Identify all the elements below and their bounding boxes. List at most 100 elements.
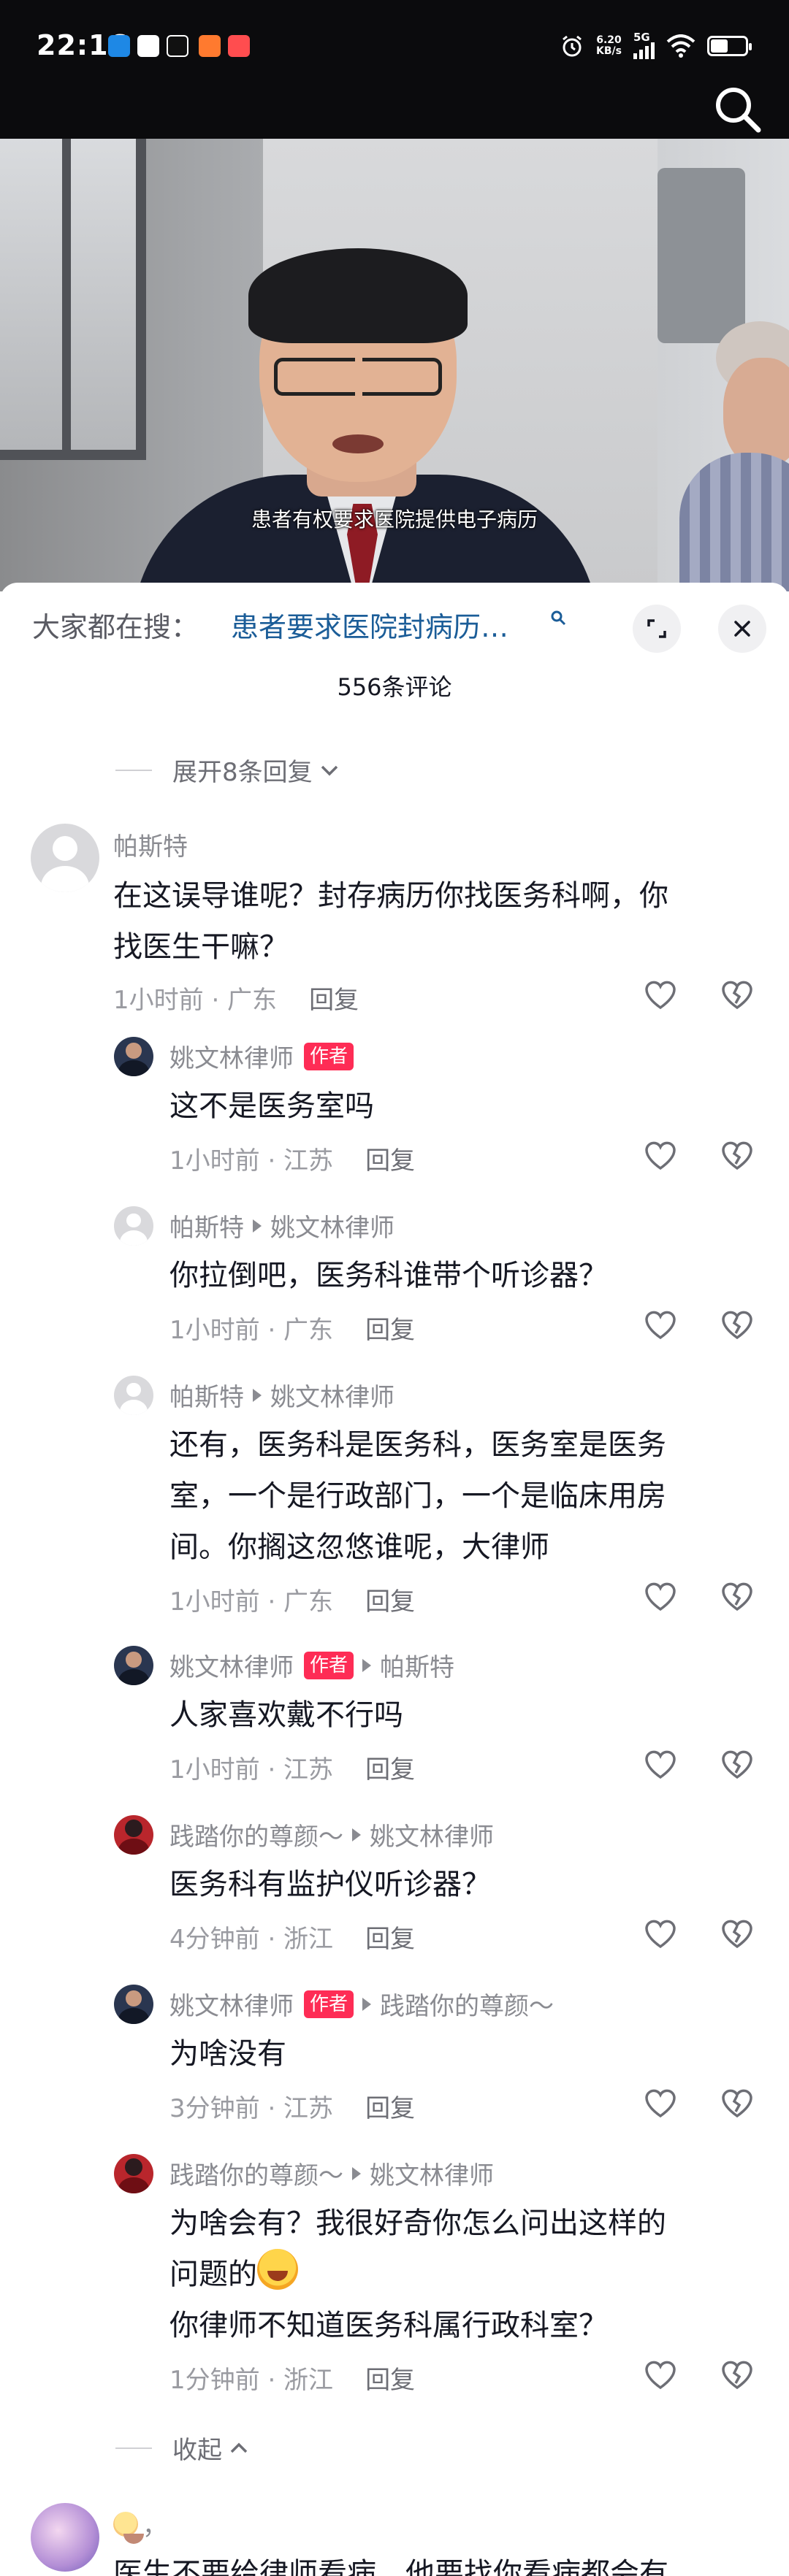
reply-to-arrow-icon (352, 1828, 361, 1841)
collapse-replies-button[interactable]: 收起 (115, 2430, 250, 2466)
app-notification-icon (199, 35, 221, 57)
username[interactable]: 姚文林律师 (169, 1986, 294, 2022)
broken-heart-icon[interactable] (720, 2358, 755, 2393)
avatar[interactable] (114, 1376, 153, 1415)
reply-button[interactable]: 回复 (365, 1755, 415, 1785)
reply-item: 帕斯特 姚文林律师 你拉倒吧，医务科谁带个听诊器？ 1小时前 · 广东 回复 (0, 1206, 789, 1352)
reply-button[interactable]: 回复 (365, 1316, 415, 1345)
avatar[interactable] (114, 1206, 153, 1246)
comment-sheet: 大家都在搜： 患者要求医院封病历… 556条评论 展开8条回复 帕斯特 在这误导… (0, 583, 789, 2576)
username[interactable]: 践踏你的尊颜～ (169, 1817, 343, 1852)
comment-text-line: 你拉倒吧，医务科谁带个听诊器？ (169, 1259, 608, 1292)
reply-button[interactable]: 回复 (365, 1587, 415, 1617)
heart-outline-icon[interactable] (643, 1308, 678, 1343)
username[interactable]: 践踏你的尊颜～ (169, 2155, 343, 2191)
battery-level (711, 39, 728, 53)
close-button[interactable] (718, 605, 766, 653)
comment-author-line: 帕斯特 (113, 827, 188, 862)
comment-text-line: 人家喜欢戴不行吗 (169, 1698, 403, 1732)
author-badge: 作者 (304, 1042, 354, 1070)
heart-outline-icon[interactable] (643, 978, 678, 1013)
broken-heart-icon[interactable] (720, 2087, 755, 2122)
reply-to-username[interactable]: 姚文林律师 (270, 1208, 394, 1243)
reply-to-username[interactable]: 姚文林律师 (270, 1377, 394, 1413)
reply-author-line: 践踏你的尊颜～ 姚文林律师 (169, 1817, 494, 1852)
username[interactable]: 姚文林律师 (169, 1038, 294, 1074)
comment-text-line: 间。你搁这忽悠谁呢，大律师 (169, 1530, 549, 1564)
avatar[interactable] (114, 1815, 153, 1855)
comment-time: 1小时前 · 广东 (169, 1316, 334, 1345)
comment-text-span: 问题的 (169, 2258, 257, 2291)
tiktok-icon (167, 35, 188, 57)
heart-outline-icon[interactable] (643, 1748, 678, 1783)
broken-heart-icon[interactable] (720, 1308, 755, 1343)
heart-outline-icon[interactable] (643, 2087, 678, 2122)
expand-replies-button[interactable]: 展开8条回复 (115, 752, 340, 788)
heart-outline-icon[interactable] (643, 1917, 678, 1952)
reply-to-username[interactable]: 帕斯特 (380, 1647, 454, 1683)
username[interactable]: 帕斯特 (169, 1377, 244, 1413)
username[interactable]: 帕斯特 (169, 1208, 244, 1243)
emoji-icon (113, 2511, 144, 2544)
username[interactable]: ， (142, 2506, 167, 2542)
comment-text: 这不是医务室吗 (169, 1081, 754, 1132)
reply-button[interactable]: 回复 (365, 1925, 415, 1954)
avatar[interactable] (114, 1646, 153, 1685)
chevron-up-icon (230, 2442, 248, 2453)
broken-heart-icon[interactable] (720, 978, 755, 1013)
reply-author-line: 帕斯特 姚文林律师 (169, 1377, 394, 1413)
comment-text: 你拉倒吧，医务科谁带个听诊器？ (169, 1250, 754, 1301)
reply-to-username[interactable]: 姚文林律师 (370, 2155, 494, 2191)
status-bar: 22:16 6.20 KB/s 5G (0, 0, 789, 139)
battery-icon (707, 35, 752, 56)
comment-text: 医生不要给律师看病，他要找你看病都会有 (113, 2548, 785, 2576)
search-icon[interactable] (710, 82, 764, 136)
comment-text: 医务科有监护仪听诊器？ (169, 1859, 754, 1910)
broken-heart-icon[interactable] (720, 1748, 755, 1783)
avatar[interactable] (114, 1985, 153, 2024)
heart-outline-icon[interactable] (643, 1580, 678, 1615)
reply-item: 姚文林律师 作者 践踏你的尊颜～ 为啥没有 3分钟前 · 江苏 回复 (0, 1985, 789, 2131)
broken-heart-icon[interactable] (720, 1580, 755, 1615)
reply-button[interactable]: 回复 (365, 2366, 415, 2395)
comment-text-line: 这不是医务室吗 (169, 1089, 374, 1123)
comment-text: 为啥没有 (169, 2028, 754, 2079)
reply-item: 姚文林律师 作者 这不是医务室吗 1小时前 · 江苏 回复 (0, 1037, 789, 1183)
avatar[interactable] (114, 1037, 153, 1076)
comment-text-line: 还有，医务科是医务科，医务室是医务 (169, 1428, 666, 1462)
video-player[interactable]: 患者有权要求医院提供电子病历 (0, 139, 789, 591)
comment-text-line: 找医生干嘛？ (113, 930, 289, 964)
search-icon (551, 610, 566, 626)
comment-time: 1分钟前 · 浙江 (169, 2366, 334, 2395)
video-subtitle: 患者有权要求医院提供电子病历 (251, 507, 538, 532)
username[interactable]: 帕斯特 (113, 827, 188, 862)
reply-to-username[interactable]: 践踏你的尊颜～ (380, 1986, 554, 2022)
broken-heart-icon[interactable] (720, 1917, 755, 1952)
reply-author-line: 姚文林律师 作者 (169, 1038, 354, 1074)
reply-button[interactable]: 回复 (309, 986, 359, 1015)
comment-meta: 1分钟前 · 浙江 回复 (169, 2360, 415, 2396)
comment-meta: 1小时前 · 广东 回复 (113, 980, 359, 1016)
reply-to-username[interactable]: 姚文林律师 (370, 1817, 494, 1852)
comment-text-line: 你律师不知道医务科属行政科室？ (169, 2309, 608, 2342)
username[interactable]: 姚文林律师 (169, 1647, 294, 1683)
heart-outline-icon[interactable] (643, 2358, 678, 2393)
comment-item: ， 医生不要给律师看病，他要找你看病都会有 (0, 2503, 789, 2576)
chevron-down-icon (321, 765, 338, 775)
comment-text-line: 为啥没有 (169, 2037, 286, 2071)
reply-button[interactable]: 回复 (365, 1146, 415, 1176)
reply-to-arrow-icon (352, 2166, 361, 2180)
avatar[interactable] (31, 2503, 99, 2572)
trending-search-query[interactable]: 患者要求医院封病历… (231, 605, 508, 645)
expand-icon (647, 619, 666, 638)
broken-heart-icon[interactable] (720, 1139, 755, 1174)
wifi-icon (666, 34, 695, 58)
avatar[interactable] (114, 2154, 153, 2193)
reply-button[interactable]: 回复 (365, 2094, 415, 2123)
reply-item: 践踏你的尊颜～ 姚文林律师 为啥会有？我很好奇你怎么问出这样的 问题的 你律师不… (0, 2154, 789, 2402)
heart-outline-icon[interactable] (643, 1139, 678, 1174)
avatar[interactable] (31, 824, 99, 892)
comment-count: 556条评论 (337, 673, 452, 701)
fold-divider (115, 769, 152, 771)
expand-button[interactable] (633, 605, 681, 653)
